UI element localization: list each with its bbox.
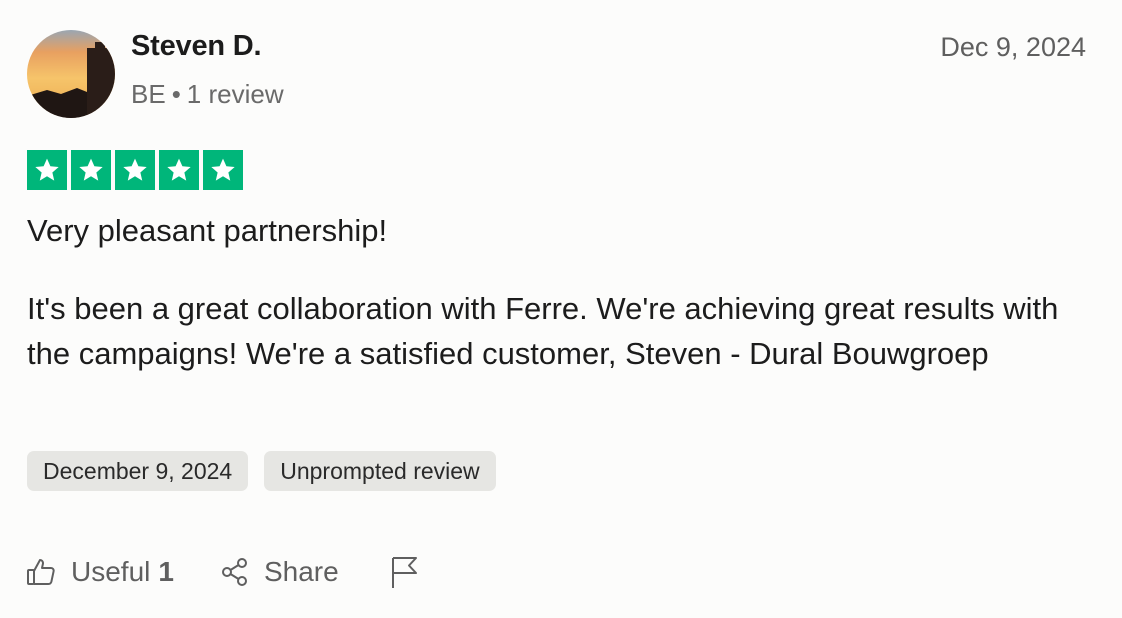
- review-date: Dec 9, 2024: [940, 32, 1086, 62]
- avatar[interactable]: [27, 30, 115, 118]
- review-title: Very pleasant partnership!: [27, 213, 388, 248]
- share-label: Share: [263, 556, 339, 587]
- reviewer-review-count: 1 review: [186, 79, 284, 109]
- thumbs-up-icon: [25, 556, 57, 588]
- review-actions: Useful 1 Share: [25, 551, 419, 593]
- star-rating: [27, 150, 243, 190]
- useful-button[interactable]: Useful 1: [25, 556, 174, 588]
- flag-icon: [389, 555, 419, 589]
- reviewer-meta: BE • 1 review: [131, 79, 284, 110]
- useful-count: 1: [158, 556, 174, 587]
- star-icon: [159, 150, 199, 190]
- report-button[interactable]: [389, 555, 419, 589]
- review-card: Steven D. BE • 1 review Dec 9, 2024 Very p…: [0, 0, 1122, 618]
- meta-separator: •: [171, 79, 181, 109]
- star-icon: [115, 150, 155, 190]
- date-of-experience-chip: December 9, 2024: [27, 451, 249, 491]
- share-button[interactable]: Share: [220, 556, 339, 588]
- unprompted-review-chip[interactable]: Unprompted review: [264, 451, 496, 491]
- share-icon: [220, 557, 250, 587]
- star-icon: [71, 150, 111, 190]
- review-chips: December 9, 2024 Unprompted review: [27, 451, 496, 491]
- reviewer-name[interactable]: Steven D.: [131, 30, 262, 63]
- review-body: It's been a great collaboration with Fer…: [27, 291, 1059, 371]
- reviewer-country: BE: [131, 79, 166, 109]
- star-icon: [203, 150, 243, 190]
- star-icon: [27, 150, 67, 190]
- useful-label: Useful: [71, 556, 151, 587]
